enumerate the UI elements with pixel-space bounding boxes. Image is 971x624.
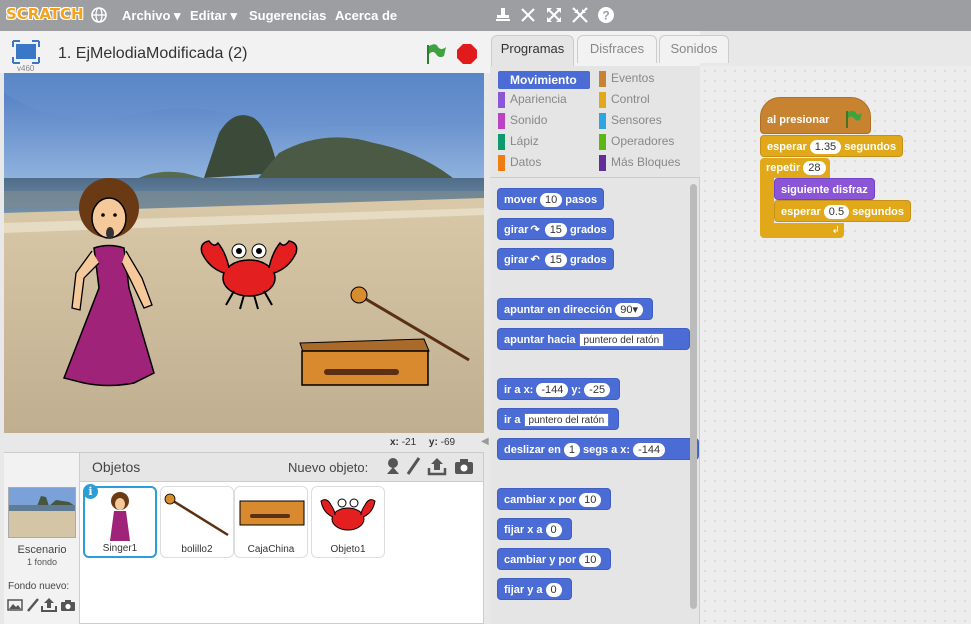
block-next-costume[interactable]: siguiente disfraz	[774, 178, 875, 200]
scratch-logo[interactable]: SCRATCH	[6, 5, 84, 23]
duplicate-stamp-icon[interactable]	[494, 6, 512, 29]
info-icon[interactable]: i	[83, 484, 98, 499]
category-sonido[interactable]: Sonido	[498, 113, 547, 131]
block-change-y[interactable]: cambiar y por 10	[497, 548, 612, 570]
category-apariencia[interactable]: Apariencia	[498, 92, 567, 110]
turn-left-icon: ↶	[530, 254, 540, 266]
cut-icon[interactable]	[519, 6, 537, 29]
block-wait-2[interactable]: esperar 0.5 segundos	[774, 200, 912, 222]
upload-backdrop-icon[interactable]	[41, 597, 57, 615]
sprite-name: CajaChina	[247, 544, 295, 555]
stage[interactable]	[4, 73, 484, 433]
sprite-name: Singer1	[102, 543, 138, 554]
sprite-tile-bolillo2[interactable]: bolillo2	[160, 486, 234, 558]
menu-editar[interactable]: Editar ▾	[190, 8, 237, 24]
block-wait-1[interactable]: esperar 1.35 segundos	[760, 135, 904, 157]
y-value: -69	[440, 437, 456, 448]
hat-block-when-flag-clicked[interactable]: al presionar	[760, 97, 871, 134]
tab-disfraces[interactable]: Disfraces	[577, 35, 657, 63]
shrink-icon[interactable]	[571, 6, 589, 29]
new-sprite-label: Nuevo objeto:	[288, 460, 369, 475]
palette-scrollbar[interactable]	[690, 184, 697, 609]
x-label: x:	[390, 437, 399, 448]
stage-label: Escenario	[17, 544, 67, 556]
block-set-y[interactable]: fijar y a0	[497, 578, 572, 600]
block-set-x[interactable]: fijar x a0	[497, 518, 572, 540]
block-point-towards[interactable]: apuntar hacia puntero del ratón	[497, 328, 690, 350]
category-operadores[interactable]: Operadores	[599, 134, 674, 152]
block-goto[interactable]: ir a puntero del ratón	[497, 408, 620, 430]
svg-text:?: ?	[602, 9, 609, 23]
tab-sonidos[interactable]: Sonidos	[659, 35, 729, 63]
block-glide[interactable]: deslizar en 1 segs a x: -144	[497, 438, 699, 460]
green-flag-icon	[846, 110, 862, 128]
version-label: v460	[17, 64, 35, 73]
upload-sprite-icon[interactable]	[427, 456, 447, 479]
sprites-title: Objetos	[92, 459, 141, 475]
collapse-arrow-icon[interactable]: ◀	[481, 436, 489, 448]
block-turn-left[interactable]: girar ↶ 15 grados	[497, 248, 614, 270]
stage-backdrop-count: 1 fondo	[26, 557, 58, 567]
sprite-tile-cajachina[interactable]: CajaChina	[234, 486, 308, 558]
block-move-steps[interactable]: mover 10 pasos	[497, 188, 605, 210]
hat-label: al presionar	[767, 114, 830, 126]
block-turn-right[interactable]: girar ↷ 15 grados	[497, 218, 614, 240]
block-change-x[interactable]: cambiar x por 10	[497, 488, 612, 510]
backdrop-library-icon[interactable]	[7, 598, 23, 615]
y-label: y:	[428, 437, 438, 448]
sprite-name: Objeto1	[330, 544, 366, 555]
sprite-library-icon[interactable]	[383, 456, 403, 479]
new-backdrop-label: Fondo nuevo:	[8, 581, 70, 592]
stop-icon[interactable]	[456, 43, 478, 68]
menu-archivo[interactable]: Archivo ▾	[122, 8, 181, 24]
turn-right-icon: ↷	[530, 224, 540, 236]
project-title[interactable]: 1. EjMelodiaModificada (2)	[58, 45, 247, 63]
stage-thumbnail[interactable]	[8, 487, 76, 538]
green-flag-icon[interactable]	[424, 42, 448, 69]
sprites-header	[80, 453, 483, 482]
sprite-name: bolillo2	[181, 544, 213, 555]
tab-programas[interactable]: Programas	[491, 35, 574, 66]
menu-acerca-de[interactable]: Acerca de	[335, 8, 397, 23]
x-value: -21	[401, 437, 417, 448]
category-movimiento[interactable]: Movimiento	[498, 71, 590, 89]
mouse-coords: x: -21 y: -69	[390, 437, 455, 448]
grow-icon[interactable]	[545, 6, 563, 29]
category-mas-bloques[interactable]: Más Bloques	[599, 155, 680, 173]
category-control[interactable]: Control	[599, 92, 650, 110]
menu-sugerencias[interactable]: Sugerencias	[249, 8, 326, 23]
paint-sprite-icon[interactable]	[405, 456, 421, 479]
help-icon[interactable]: ?	[597, 6, 615, 29]
category-eventos[interactable]: Eventos	[599, 71, 654, 89]
paint-backdrop-icon[interactable]	[26, 597, 40, 616]
camera-backdrop-icon[interactable]	[60, 599, 76, 615]
category-sensores[interactable]: Sensores	[599, 113, 662, 131]
category-lapiz[interactable]: Lápiz	[498, 134, 539, 152]
block-goto-xy[interactable]: ir a x: -144 y: -25	[497, 378, 621, 400]
globe-icon[interactable]	[90, 6, 108, 27]
sprite-tile-objeto1[interactable]: Objeto1	[311, 486, 385, 558]
fullscreen-icon[interactable]	[12, 40, 40, 67]
camera-sprite-icon[interactable]	[454, 458, 474, 478]
block-point-direction[interactable]: apuntar en dirección 90▾	[497, 298, 653, 320]
category-datos[interactable]: Datos	[498, 155, 541, 173]
